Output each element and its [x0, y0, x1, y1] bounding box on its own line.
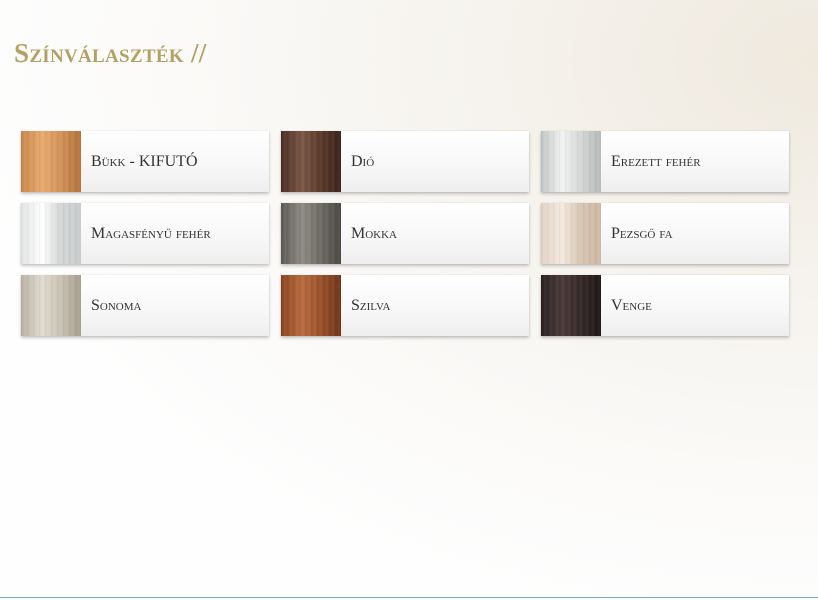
swatch-card-venge[interactable]: Venge [541, 275, 789, 336]
bottom-divider [0, 597, 818, 598]
color-swatch-grid: Bükk - KIFUTÓ Dió Erezett fehér Magasfén… [21, 131, 789, 336]
grained-white-swatch [541, 131, 601, 192]
mocha-swatch [281, 203, 341, 264]
swatch-label: Szilva [351, 296, 391, 314]
swatch-card-pezsgo-fa[interactable]: Pezsgő fa [541, 203, 789, 264]
swatch-label: Mokka [351, 224, 398, 242]
swatch-label: Bükk - KIFUTÓ [91, 152, 198, 170]
swatch-label: Magasfényű fehér [91, 224, 211, 242]
swatch-card-szilva[interactable]: Szilva [281, 275, 529, 336]
sonoma-oak-swatch [21, 275, 81, 336]
swatch-card-magasfenyu-feher[interactable]: Magasfényű fehér [21, 203, 269, 264]
wenge-swatch [541, 275, 601, 336]
plum-wood-swatch [281, 275, 341, 336]
swatch-label: Dió [351, 152, 375, 170]
high-gloss-white-swatch [21, 203, 81, 264]
page-title: Színválaszték // [14, 38, 207, 68]
champagne-wood-swatch [541, 203, 601, 264]
swatch-card-dio[interactable]: Dió [281, 131, 529, 192]
beech-swatch [21, 131, 81, 192]
swatch-card-bukk[interactable]: Bükk - KIFUTÓ [21, 131, 269, 192]
swatch-label: Pezsgő fa [611, 224, 673, 242]
swatch-card-mokka[interactable]: Mokka [281, 203, 529, 264]
swatch-card-sonoma[interactable]: Sonoma [21, 275, 269, 336]
swatch-label: Sonoma [91, 296, 142, 314]
swatch-card-erezett-feher[interactable]: Erezett fehér [541, 131, 789, 192]
swatch-label: Erezett fehér [611, 152, 701, 170]
walnut-swatch [281, 131, 341, 192]
swatch-label: Venge [611, 296, 652, 314]
